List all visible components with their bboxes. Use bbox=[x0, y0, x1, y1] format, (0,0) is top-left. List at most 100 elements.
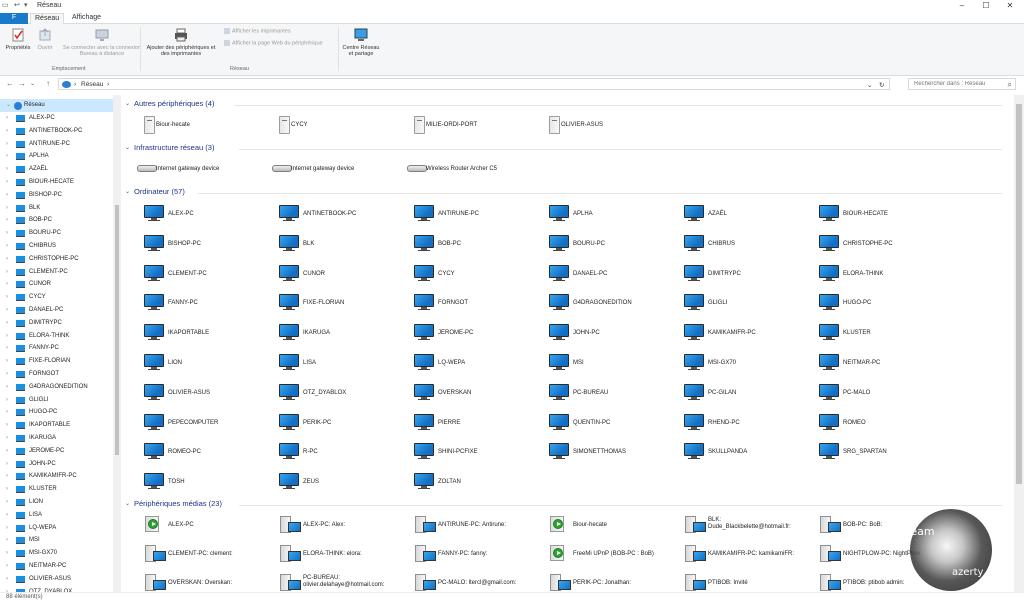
sidebar-item-antinetbook-pc[interactable]: › ANTINETBOOK-PC bbox=[0, 125, 113, 138]
computer-item[interactable]: PC-MALO bbox=[805, 381, 939, 407]
computer-item[interactable]: IKARUGA bbox=[265, 321, 399, 347]
sidebar-item-blk[interactable]: › BLK bbox=[0, 202, 113, 215]
sidebar-item-fanny-pc[interactable]: › FANNY-PC bbox=[0, 342, 113, 355]
sidebar-item-aza-l[interactable]: › AZAËL bbox=[0, 163, 113, 176]
sidebar-item-g4dragonedition[interactable]: › G4DRAGONEDITION bbox=[0, 381, 113, 394]
sidebar-item-lq-wepa[interactable]: › LQ-WEPA bbox=[0, 522, 113, 535]
sidebar-item-msi-gx70[interactable]: › MSI-GX70 bbox=[0, 547, 113, 560]
group-header-computers[interactable]: ⌄ Ordinateur (57) bbox=[122, 187, 1002, 199]
expand-chevron-icon[interactable]: › bbox=[6, 214, 8, 227]
sidebar-item-ikaruga[interactable]: › IKARUGA bbox=[0, 432, 113, 445]
computer-item[interactable]: FANNY-PC bbox=[130, 291, 264, 317]
computer-item[interactable]: BISHOP-PC bbox=[130, 232, 264, 258]
search-box[interactable]: ⌕ bbox=[908, 78, 1016, 90]
computer-item[interactable]: DIMITRYPC bbox=[670, 262, 804, 288]
computer-item[interactable]: SIMONETTHOMAS bbox=[535, 440, 669, 466]
computer-item[interactable]: ANTIRUNE-PC bbox=[400, 202, 534, 228]
sidebar-item-bob-pc[interactable]: › BOB-PC bbox=[0, 214, 113, 227]
sidebar-item-biour-hecate[interactable]: › BIOUR-HECATE bbox=[0, 176, 113, 189]
computer-item[interactable]: MSI-GX70 bbox=[670, 351, 804, 377]
media-device-item[interactable]: ELORA-THINK: elora: bbox=[265, 542, 399, 568]
sidebar-item-antirune-pc[interactable]: › ANTIRUNE-PC bbox=[0, 138, 113, 151]
sidebar-item-reseau[interactable]: ⌄ Réseau bbox=[0, 99, 113, 112]
expand-chevron-icon[interactable]: › bbox=[6, 483, 8, 496]
search-icon[interactable]: ⌕ bbox=[1008, 80, 1012, 90]
device-item[interactable]: CYCY bbox=[265, 113, 399, 139]
expand-chevron-icon[interactable]: › bbox=[6, 496, 8, 509]
tab-affichage[interactable]: Affichage bbox=[68, 13, 105, 24]
recent-dropdown-icon[interactable]: ⌄ bbox=[30, 80, 35, 87]
expand-chevron-icon[interactable]: › bbox=[6, 458, 8, 471]
computer-item[interactable]: LION bbox=[130, 351, 264, 377]
infrastructure-item[interactable]: Internet gateway device bbox=[130, 157, 264, 183]
computer-item[interactable]: LISA bbox=[265, 351, 399, 377]
computer-item[interactable]: SHINI-PCFIXE bbox=[400, 440, 534, 466]
refresh-icon[interactable]: ↻ bbox=[879, 81, 884, 89]
media-device-item[interactable]: FreeMi UPnP (BOB-PC : BoB) bbox=[535, 542, 669, 568]
computer-item[interactable]: G4DRAGONEDITION bbox=[535, 291, 669, 317]
search-input[interactable] bbox=[909, 79, 1015, 89]
computer-item[interactable]: PEPECOMPUTER bbox=[130, 411, 264, 437]
computer-item[interactable]: SRG_SPARTAN bbox=[805, 440, 939, 466]
sidebar-item-lion[interactable]: › LION bbox=[0, 496, 113, 509]
expand-chevron-icon[interactable]: › bbox=[6, 394, 8, 407]
computer-item[interactable]: ALEX-PC bbox=[130, 202, 264, 228]
computer-item[interactable]: MSI bbox=[535, 351, 669, 377]
expand-chevron-icon[interactable]: › bbox=[6, 522, 8, 535]
expand-chevron-icon[interactable]: › bbox=[6, 470, 8, 483]
minimize-button[interactable]: – bbox=[950, 0, 974, 12]
computer-item[interactable]: CUNOR bbox=[265, 262, 399, 288]
sidebar-item-hugo-pc[interactable]: › HUGO-PC bbox=[0, 406, 113, 419]
expand-chevron-icon[interactable]: › bbox=[6, 534, 8, 547]
computer-item[interactable]: GLIGLI bbox=[670, 291, 804, 317]
expand-chevron-icon[interactable]: › bbox=[6, 368, 8, 381]
computer-item[interactable]: FORNGOT bbox=[400, 291, 534, 317]
expand-chevron-icon[interactable]: › bbox=[6, 317, 8, 330]
media-device-item[interactable]: Biour-hecate bbox=[535, 513, 669, 539]
media-device-item[interactable]: OVERSKAN: Overskan: bbox=[130, 571, 264, 592]
computer-item[interactable]: ROMEO-PC bbox=[130, 440, 264, 466]
infrastructure-item[interactable]: Internet gateway device bbox=[265, 157, 399, 183]
computer-item[interactable]: ROMEO bbox=[805, 411, 939, 437]
close-button[interactable]: ✕ bbox=[998, 0, 1022, 12]
sidebar-item-neitmar-pc[interactable]: › NEITMAR-PC bbox=[0, 560, 113, 573]
sidebar-item-danael-pc[interactable]: › DANAEL-PC bbox=[0, 304, 113, 317]
computer-item[interactable]: PC-BUREAU bbox=[535, 381, 669, 407]
sidebar-item-aplha[interactable]: › APLHA bbox=[0, 150, 113, 163]
address-box[interactable]: › Réseau › ⌄ ↻ bbox=[58, 78, 890, 90]
expand-chevron-icon[interactable]: › bbox=[6, 406, 8, 419]
address-path[interactable]: Réseau bbox=[81, 81, 103, 88]
sidebar-item-gligli[interactable]: › GLIGLI bbox=[0, 394, 113, 407]
group-header-other[interactable]: ⌄ Autres périphériques (4) bbox=[122, 99, 1002, 111]
expand-chevron-icon[interactable]: › bbox=[6, 112, 8, 125]
expand-chevron-icon[interactable]: › bbox=[6, 304, 8, 317]
device-item[interactable]: Biour-hecate bbox=[130, 113, 264, 139]
media-device-item[interactable]: CLEMENT-PC: clement: bbox=[130, 542, 264, 568]
expand-chevron-icon[interactable]: › bbox=[6, 278, 8, 291]
undo-icon[interactable]: ↩ bbox=[14, 1, 20, 9]
expand-chevron-icon[interactable]: › bbox=[6, 560, 8, 573]
computer-item[interactable]: JOHN-PC bbox=[535, 321, 669, 347]
sidebar-item-kamikamifr-pc[interactable]: › KAMIKAMIFR-PC bbox=[0, 470, 113, 483]
computer-item[interactable]: HUGO-PC bbox=[805, 291, 939, 317]
open-button[interactable]: Ouvrir bbox=[34, 27, 56, 51]
expand-chevron-icon[interactable]: › bbox=[6, 355, 8, 368]
computer-item[interactable]: AZAËL bbox=[670, 202, 804, 228]
computer-item[interactable]: BLK bbox=[265, 232, 399, 258]
expand-chevron-icon[interactable]: › bbox=[6, 202, 8, 215]
sidebar-item-kluster[interactable]: › KLUSTER bbox=[0, 483, 113, 496]
sidebar-item-msi[interactable]: › MSI bbox=[0, 534, 113, 547]
group-header-infra[interactable]: ⌄ Infrastructure réseau (3) bbox=[122, 143, 1002, 155]
device-item[interactable]: OLIVIER-ASUS bbox=[535, 113, 669, 139]
sidebar-item-chibrus[interactable]: › CHIBRUS bbox=[0, 240, 113, 253]
sidebar-item-olivier-asus[interactable]: › OLIVIER-ASUS bbox=[0, 573, 113, 586]
computer-item[interactable]: PIERRE bbox=[400, 411, 534, 437]
expand-chevron-icon[interactable]: › bbox=[6, 125, 8, 138]
sidebar-scroll-thumb[interactable] bbox=[115, 205, 119, 455]
computer-item[interactable]: BOURU-PC bbox=[535, 232, 669, 258]
sidebar-item-lisa[interactable]: › LISA bbox=[0, 509, 113, 522]
device-item[interactable]: MILIE-ORDI-PORT bbox=[400, 113, 534, 139]
collapse-chevron-icon[interactable]: ⌄ bbox=[125, 144, 130, 151]
computer-item[interactable]: OLIVIER-ASUS bbox=[130, 381, 264, 407]
remote-desktop-button[interactable]: Se connecter avec la connexion Bureau à … bbox=[62, 27, 142, 57]
